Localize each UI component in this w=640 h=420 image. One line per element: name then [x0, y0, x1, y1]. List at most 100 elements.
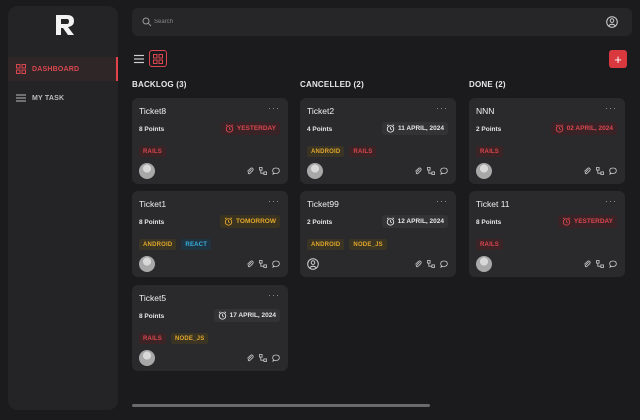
tag-android[interactable]: ANDROID: [307, 146, 345, 157]
attachment-icon[interactable]: [246, 260, 254, 268]
column-title-done: DONE (2): [469, 80, 506, 89]
subtask-icon[interactable]: [596, 167, 604, 175]
sidebar-item-label: MY TASK: [32, 94, 65, 102]
sidebar-item-my-task[interactable]: MY TASK: [8, 86, 118, 110]
ticket-title[interactable]: Ticket 11: [476, 199, 510, 209]
subtask-icon[interactable]: [427, 260, 435, 268]
ticket-title[interactable]: Ticket2: [307, 106, 334, 116]
subtask-icon[interactable]: [596, 260, 604, 268]
comment-icon[interactable]: [272, 354, 280, 362]
avatar[interactable]: [307, 163, 323, 179]
tag-rails[interactable]: RAILS: [139, 146, 166, 157]
tag-android[interactable]: ANDROID: [307, 239, 345, 250]
card-more-menu-icon[interactable]: ···: [268, 290, 280, 300]
avatar[interactable]: [139, 256, 155, 272]
comment-icon[interactable]: [609, 167, 617, 175]
comment-icon[interactable]: [440, 167, 448, 175]
card-actions: [409, 167, 448, 175]
logo-icon[interactable]: [52, 12, 78, 38]
list-view-icon[interactable]: [133, 53, 145, 65]
attachment-icon[interactable]: [414, 167, 422, 175]
due-date-badge: YESTERDAY: [557, 215, 617, 228]
card-more-menu-icon[interactable]: ···: [605, 196, 617, 206]
card-actions: [241, 354, 280, 362]
due-date-label: 17 APRIL, 2024: [229, 312, 276, 319]
avatar[interactable]: [476, 256, 492, 272]
horizontal-scrollbar[interactable]: [132, 404, 430, 407]
tag-node-js[interactable]: NODE_JS: [171, 333, 209, 344]
tag-list: ANDROID REACT: [139, 239, 216, 250]
subtask-icon[interactable]: [259, 354, 267, 362]
due-date-badge: 11 APRIL, 2024: [381, 122, 448, 135]
ticket-title[interactable]: Ticket1: [139, 199, 166, 209]
ticket-card[interactable]: Ticket 11 ··· 8 Points YESTERDAY RAILS: [469, 191, 625, 277]
search-input[interactable]: [154, 14, 454, 30]
ticket-title[interactable]: Ticket5: [139, 293, 166, 303]
tag-rails[interactable]: RAILS: [139, 333, 166, 344]
add-ticket-button[interactable]: +: [609, 50, 627, 68]
ticket-card[interactable]: Ticket5 ··· 8 Points 17 APRIL, 2024 RAIL…: [132, 285, 288, 371]
tag-rails[interactable]: RAILS: [476, 146, 503, 157]
subtask-icon[interactable]: [259, 260, 267, 268]
tag-list: RAILS: [476, 239, 508, 250]
comment-icon[interactable]: [609, 260, 617, 268]
avatar[interactable]: [139, 163, 155, 179]
ticket-title[interactable]: Ticket8: [139, 106, 166, 116]
list-icon: [16, 93, 26, 103]
comment-icon[interactable]: [272, 167, 280, 175]
due-date-badge: 17 APRIL, 2024: [213, 309, 280, 322]
avatar[interactable]: [139, 350, 155, 366]
attachment-icon[interactable]: [246, 167, 254, 175]
tag-list: RAILS NODE_JS: [139, 333, 213, 344]
ticket-title[interactable]: Ticket99: [307, 199, 339, 209]
ticket-card[interactable]: Ticket99 ··· 2 Points 12 APRIL, 2024 AND…: [300, 191, 456, 277]
alarm-clock-icon: [386, 124, 395, 133]
unassigned-avatar-icon[interactable]: [307, 258, 319, 270]
subtask-icon[interactable]: [427, 167, 435, 175]
attachment-icon[interactable]: [414, 260, 422, 268]
card-actions: [241, 260, 280, 268]
comment-icon[interactable]: [272, 260, 280, 268]
ticket-card[interactable]: NNN ··· 2 Points 02 APRIL, 2024 RAILS: [469, 98, 625, 184]
tag-android[interactable]: ANDROID: [139, 239, 177, 250]
grid-view-icon: [153, 53, 163, 64]
due-date-badge: YESTERDAY: [220, 122, 280, 135]
tag-list: ANDROID RAILS: [307, 146, 381, 157]
sidebar-item-dashboard[interactable]: DASHBOARD: [8, 57, 118, 81]
ticket-title[interactable]: NNN: [476, 106, 494, 116]
avatar[interactable]: [476, 163, 492, 179]
user-profile-icon[interactable]: [606, 16, 618, 28]
card-more-menu-icon[interactable]: ···: [268, 196, 280, 206]
due-date-label: 12 APRIL, 2024: [397, 218, 444, 225]
ticket-points: 2 Points: [307, 219, 333, 226]
dashboard-icon: [16, 64, 26, 74]
attachment-icon[interactable]: [246, 354, 254, 362]
column-title-cancelled: CANCELLED (2): [300, 80, 364, 89]
card-more-menu-icon[interactable]: ···: [436, 103, 448, 113]
alarm-clock-icon: [224, 217, 233, 226]
ticket-card[interactable]: Ticket2 ··· 4 Points 11 APRIL, 2024 ANDR…: [300, 98, 456, 184]
subtask-icon[interactable]: [259, 167, 267, 175]
ticket-card[interactable]: Ticket8 ··· 8 Points YESTERDAY RAILS: [132, 98, 288, 184]
attachment-icon[interactable]: [583, 260, 591, 268]
tag-rails[interactable]: RAILS: [349, 146, 377, 157]
tag-node-js[interactable]: NODE_JS: [349, 239, 387, 250]
due-date-label: TOMORROW: [236, 218, 276, 225]
tag-list: ANDROID NODE_JS: [307, 239, 392, 250]
card-actions: [409, 260, 448, 268]
due-date-label: 02 APRIL, 2024: [566, 125, 613, 132]
tag-react[interactable]: REACT: [181, 239, 212, 250]
due-date-badge: TOMORROW: [220, 215, 280, 228]
tag-list: RAILS: [139, 146, 171, 157]
alarm-clock-icon: [386, 217, 395, 226]
comment-icon[interactable]: [440, 260, 448, 268]
card-more-menu-icon[interactable]: ···: [268, 103, 280, 113]
attachment-icon[interactable]: [583, 167, 591, 175]
card-more-menu-icon[interactable]: ···: [605, 103, 617, 113]
card-actions: [578, 167, 617, 175]
grid-view-button[interactable]: [149, 50, 167, 67]
tag-list: RAILS: [476, 146, 508, 157]
tag-rails[interactable]: RAILS: [476, 239, 503, 250]
ticket-card[interactable]: Ticket1 ··· 8 Points TOMORROW ANDROID REA…: [132, 191, 288, 277]
card-more-menu-icon[interactable]: ···: [436, 196, 448, 206]
